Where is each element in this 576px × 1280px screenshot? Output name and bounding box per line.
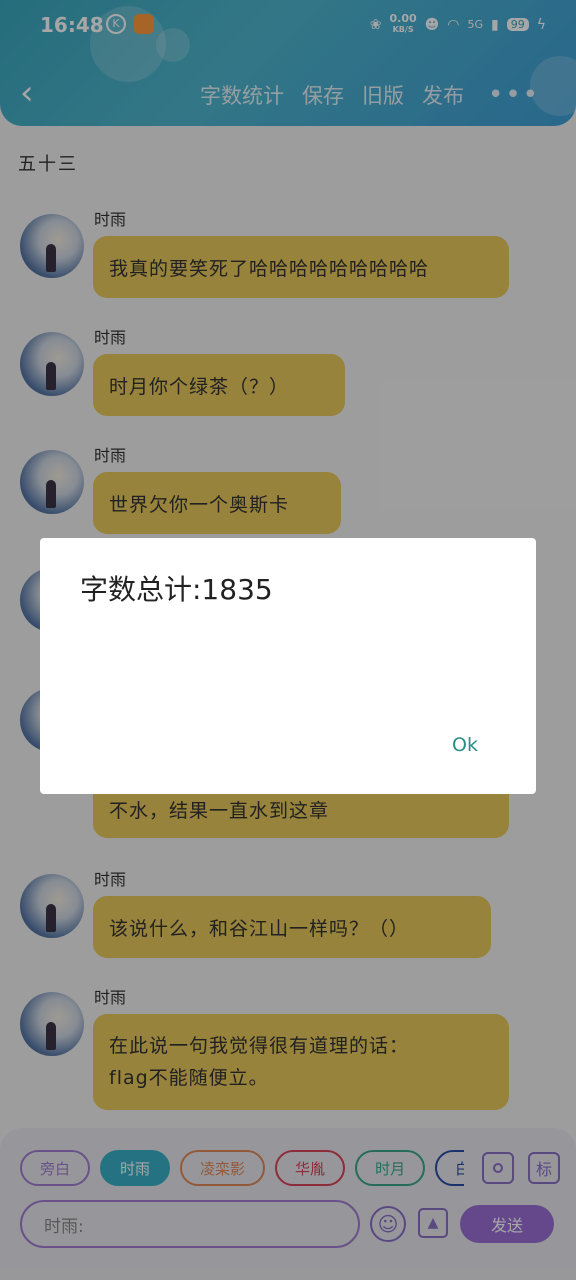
ok-button[interactable]: Ok bbox=[452, 734, 478, 756]
dialog-message: 字数总计:1835 bbox=[80, 573, 273, 606]
word-count-dialog: 字数总计:1835 Ok bbox=[40, 538, 536, 794]
